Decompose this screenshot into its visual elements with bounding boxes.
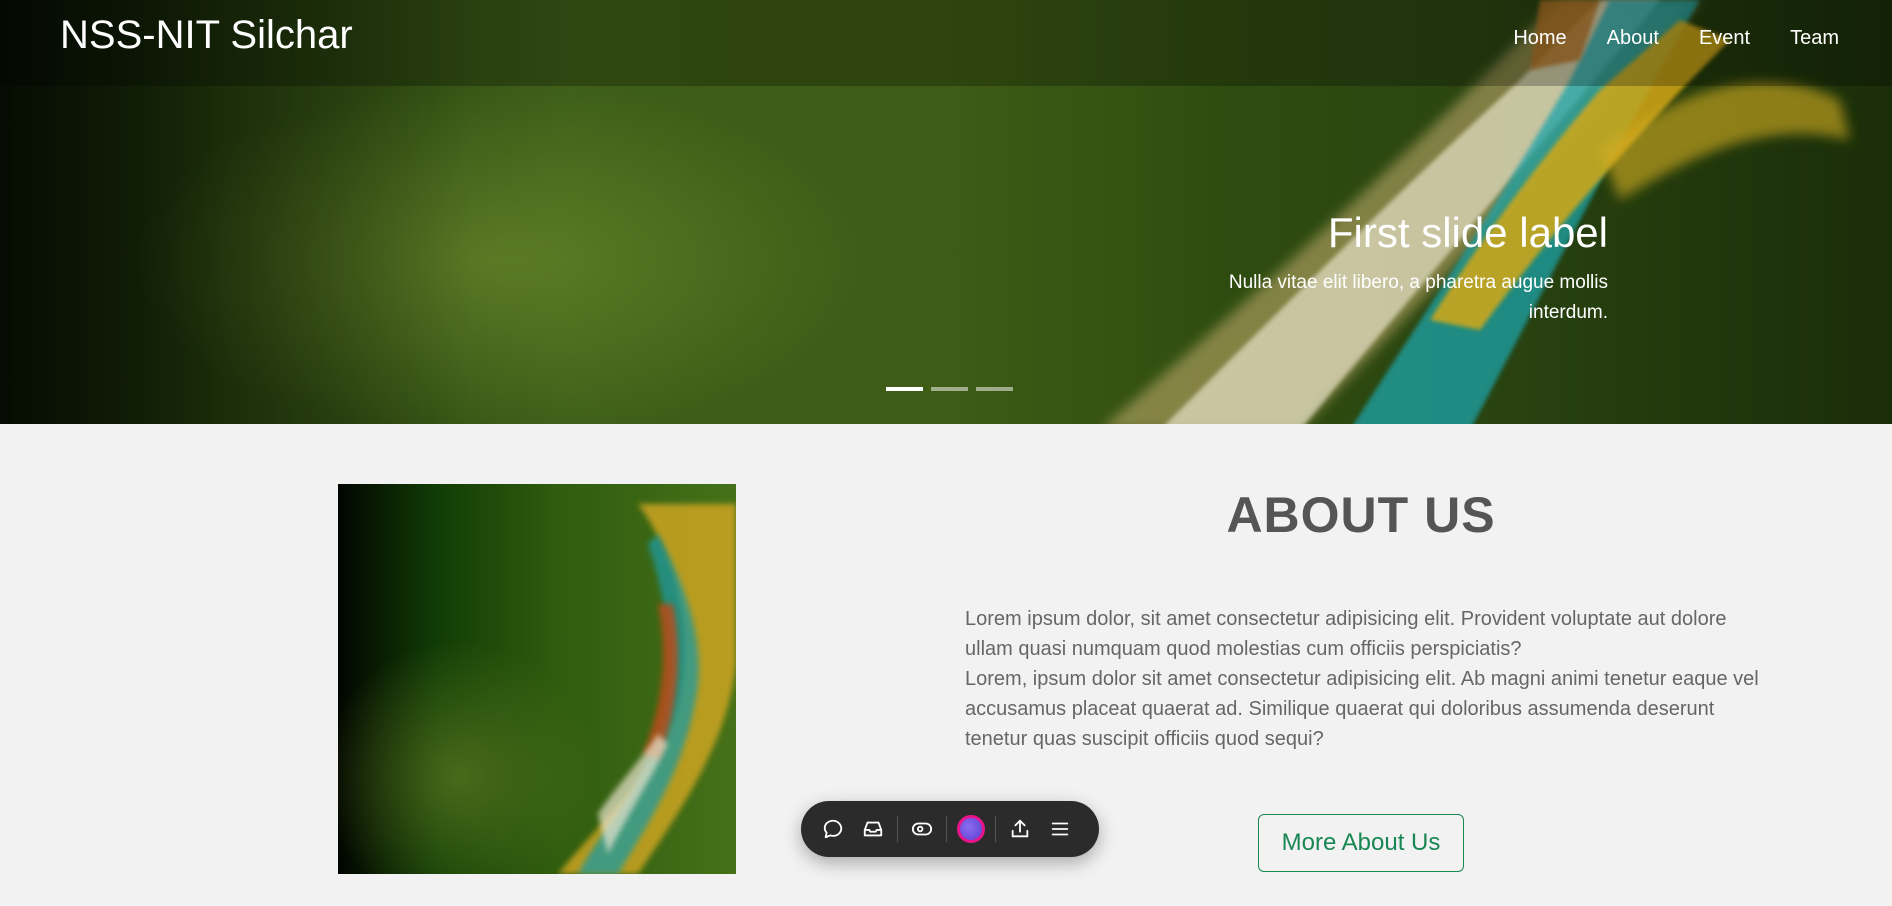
hero-carousel: NSS-NIT Silchar Home About Event Team Fi…: [0, 0, 1892, 424]
carousel-indicator-3[interactable]: [976, 387, 1013, 391]
about-paragraph: Lorem ipsum dolor, sit amet consectetur …: [965, 604, 1765, 754]
caption-title: First slide label: [1327, 209, 1608, 256]
nav-team[interactable]: Team: [1790, 27, 1839, 50]
carousel-indicator-1[interactable]: [886, 387, 923, 391]
carousel-caption: First slide label Nulla vitae elit liber…: [1188, 208, 1608, 328]
brand-link[interactable]: NSS-NIT Silchar: [60, 13, 353, 58]
inbox-icon[interactable]: [853, 809, 893, 849]
navbar: NSS-NIT Silchar Home About Event Team: [0, 0, 1892, 86]
nav-event[interactable]: Event: [1699, 27, 1750, 50]
carousel-indicators: [886, 387, 1013, 391]
avatar-button[interactable]: [951, 809, 991, 849]
eye-icon[interactable]: [902, 809, 942, 849]
avatar: [957, 815, 985, 843]
nav-links: Home About Event Team: [1513, 27, 1839, 50]
share-icon[interactable]: [1000, 809, 1040, 849]
menu-icon[interactable]: [1040, 809, 1080, 849]
floating-toolbar: [801, 801, 1099, 857]
nav-about[interactable]: About: [1607, 27, 1659, 50]
toolbar-divider: [897, 816, 898, 842]
about-image: [338, 484, 736, 874]
more-about-us-button[interactable]: More About Us: [1258, 814, 1464, 872]
comment-icon[interactable]: [813, 809, 853, 849]
caption-text: Nulla vitae elit libero, a pharetra augu…: [1228, 272, 1608, 323]
about-paragraph-1: Lorem ipsum dolor, sit amet consectetur …: [965, 608, 1727, 660]
about-heading: ABOUT US: [1226, 487, 1496, 543]
toolbar-divider: [995, 816, 996, 842]
about-paragraph-2: Lorem, ipsum dolor sit amet consectetur …: [965, 668, 1759, 750]
toolbar-divider: [946, 816, 947, 842]
nav-home[interactable]: Home: [1513, 27, 1566, 50]
carousel-indicator-2[interactable]: [931, 387, 968, 391]
